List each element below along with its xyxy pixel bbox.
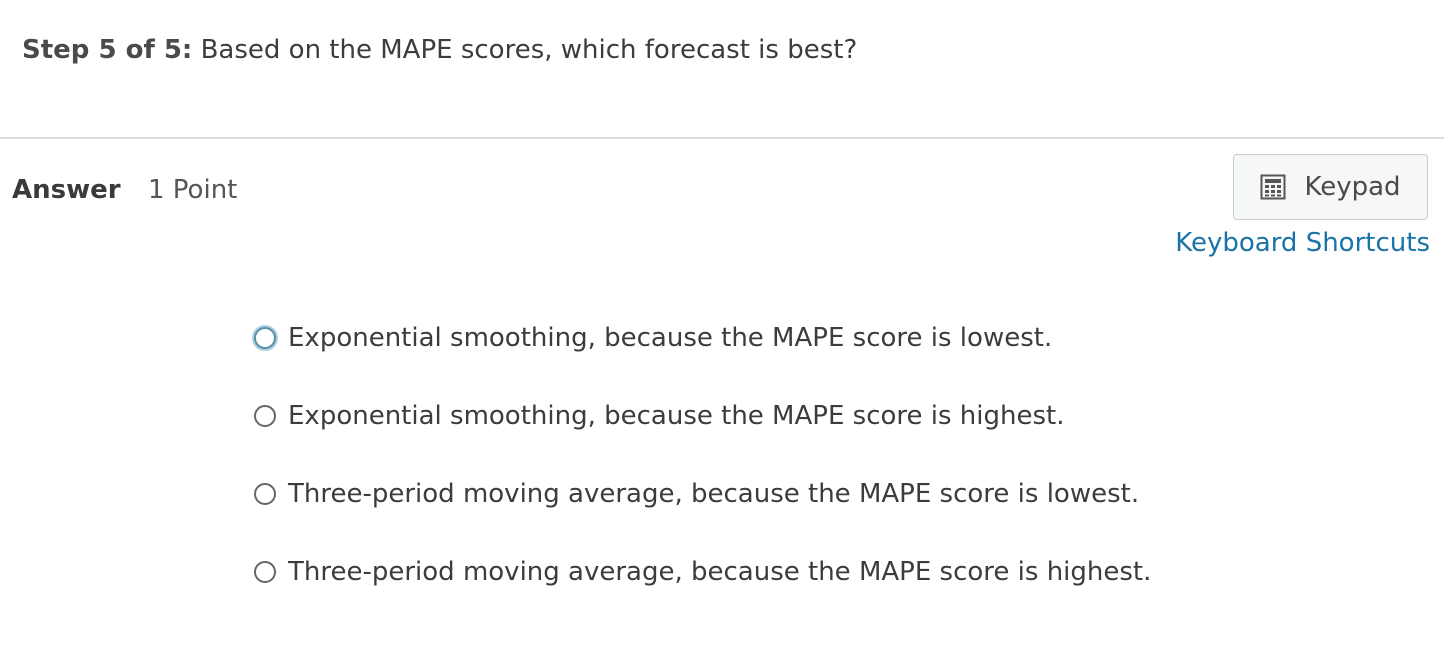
keypad-button[interactable]: Keypad [1233,154,1428,220]
answer-option-3[interactable]: Three-period moving average, because the… [254,474,1139,514]
radio-button[interactable] [254,483,276,505]
answer-label: Answer [12,175,121,205]
points-label: 1 Point [148,175,238,205]
option-label: Three-period moving average, because the… [288,479,1140,509]
radio-button[interactable] [254,327,276,349]
section-divider [0,137,1444,139]
question-prompt: Step 5 of 5: Based on the MAPE scores, w… [22,30,857,70]
step-label: Step 5 of 5: [22,35,193,65]
keyboard-shortcuts-link[interactable]: Keyboard Shortcuts [1175,225,1430,261]
keypad-label: Keypad [1304,172,1401,202]
option-label: Exponential smoothing, because the MAPE … [288,401,1065,431]
radio-button[interactable] [254,561,276,583]
radio-button[interactable] [254,405,276,427]
option-label: Exponential smoothing, because the MAPE … [288,323,1053,353]
question-text: Based on the MAPE scores, which forecast… [200,35,858,65]
answer-option-2[interactable]: Exponential smoothing, because the MAPE … [254,396,1065,436]
calculator-icon [1260,174,1286,200]
option-label: Three-period moving average, because the… [288,557,1152,587]
answer-option-1[interactable]: Exponential smoothing, because the MAPE … [254,318,1052,358]
answer-option-4[interactable]: Three-period moving average, because the… [254,552,1151,592]
